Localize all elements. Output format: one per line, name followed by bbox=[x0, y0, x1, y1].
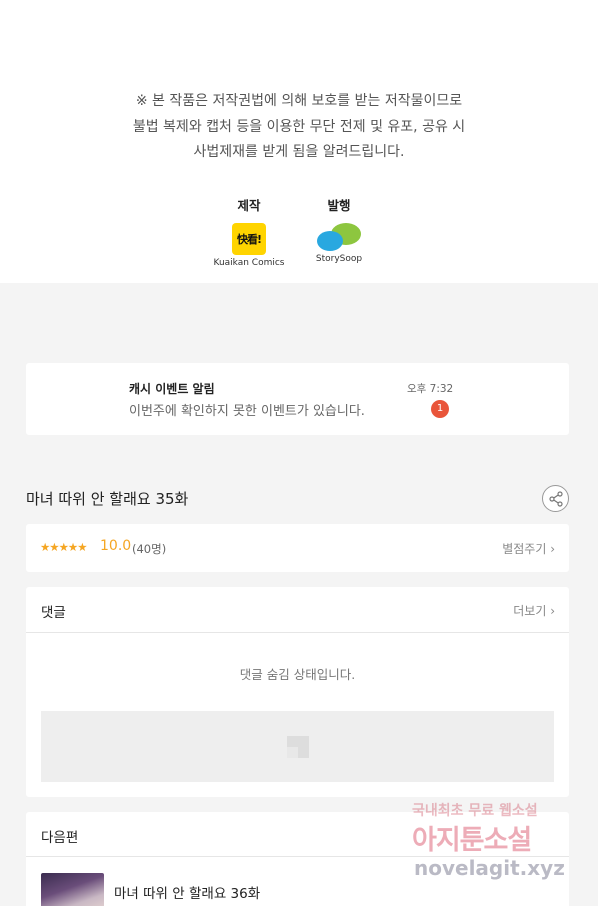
kuaikan-logo-icon: 快看! bbox=[232, 223, 266, 255]
next-episode-title[interactable]: 마녀 따위 안 할래요 36화 bbox=[114, 882, 260, 902]
rating-score: 10.0 bbox=[100, 538, 132, 554]
credits: 제작 快看! Kuaikan Comics 발행 StorySoop bbox=[0, 195, 598, 270]
rate-button[interactable]: 별점주기 › bbox=[502, 540, 555, 557]
share-button[interactable] bbox=[542, 485, 569, 512]
maker-label: 제작 bbox=[237, 198, 261, 213]
comments-header: 댓글 더보기 › bbox=[26, 587, 569, 633]
publisher-label: 발행 bbox=[327, 198, 351, 213]
kuaikan-logo-text: 快看! bbox=[236, 233, 262, 246]
next-header: 다음편 bbox=[26, 812, 569, 857]
comments-more-button[interactable]: 더보기 › bbox=[513, 602, 555, 619]
episode-title: 마녀 따위 안 할래요 35화 bbox=[26, 490, 189, 508]
copyright-notice: ※ 본 작품은 저작권법에 의해 보호를 받는 저작물이므로 불법 복제와 캡처… bbox=[0, 89, 598, 166]
notification-badge: 1 bbox=[431, 400, 449, 418]
comments-card: 댓글 더보기 › 댓글 숨김 상태입니다. bbox=[26, 587, 569, 797]
credit-maker: 제작 快看! Kuaikan Comics bbox=[212, 195, 286, 268]
notification-message: 이번주에 확인하지 못한 이벤트가 있습니다. bbox=[129, 404, 365, 419]
comments-hidden-message: 댓글 숨김 상태입니다. bbox=[239, 667, 356, 682]
copyright-section: ※ 본 작품은 저작권법에 의해 보호를 받는 저작물이므로 불법 복제와 캡처… bbox=[0, 0, 598, 283]
publisher-name: StorySoop bbox=[315, 254, 363, 264]
notification-title: 캐시 이벤트 알림 bbox=[129, 382, 215, 396]
notification-time: 오후 7:32 bbox=[407, 383, 454, 395]
copyright-line-2: 불법 복제와 캡처 등을 이용한 무단 전제 및 유포, 공유 시 bbox=[132, 118, 466, 135]
copyright-line-3: 사법제재를 받게 됨을 알려드립니다. bbox=[193, 144, 405, 160]
storysoop-logo-icon bbox=[315, 223, 363, 251]
next-title: 다음편 bbox=[41, 830, 79, 846]
credit-publisher: 발행 StorySoop bbox=[307, 195, 371, 264]
rating-card: ★★★★★ 10.0 (40명) 별점주기 › bbox=[26, 524, 569, 572]
next-episode-thumbnail[interactable] bbox=[41, 873, 104, 906]
image-placeholder-icon bbox=[287, 736, 309, 758]
ad-placeholder[interactable] bbox=[41, 711, 554, 782]
share-icon bbox=[549, 491, 563, 507]
copyright-line-1: ※ 본 작품은 저작권법에 의해 보호를 받는 저작물이므로 bbox=[135, 93, 463, 109]
rating-count: (40명) bbox=[132, 542, 167, 556]
next-episode-card[interactable]: 다음편 마녀 따위 안 할래요 36화 bbox=[26, 812, 569, 906]
comments-title: 댓글 bbox=[41, 605, 66, 621]
rating-stars-icon: ★★★★★ bbox=[40, 540, 88, 554]
cash-event-notification[interactable]: 캐시 이벤트 알림 이번주에 확인하지 못한 이벤트가 있습니다. 오후 7:3… bbox=[26, 363, 569, 435]
maker-name: Kuaikan Comics bbox=[213, 258, 285, 268]
